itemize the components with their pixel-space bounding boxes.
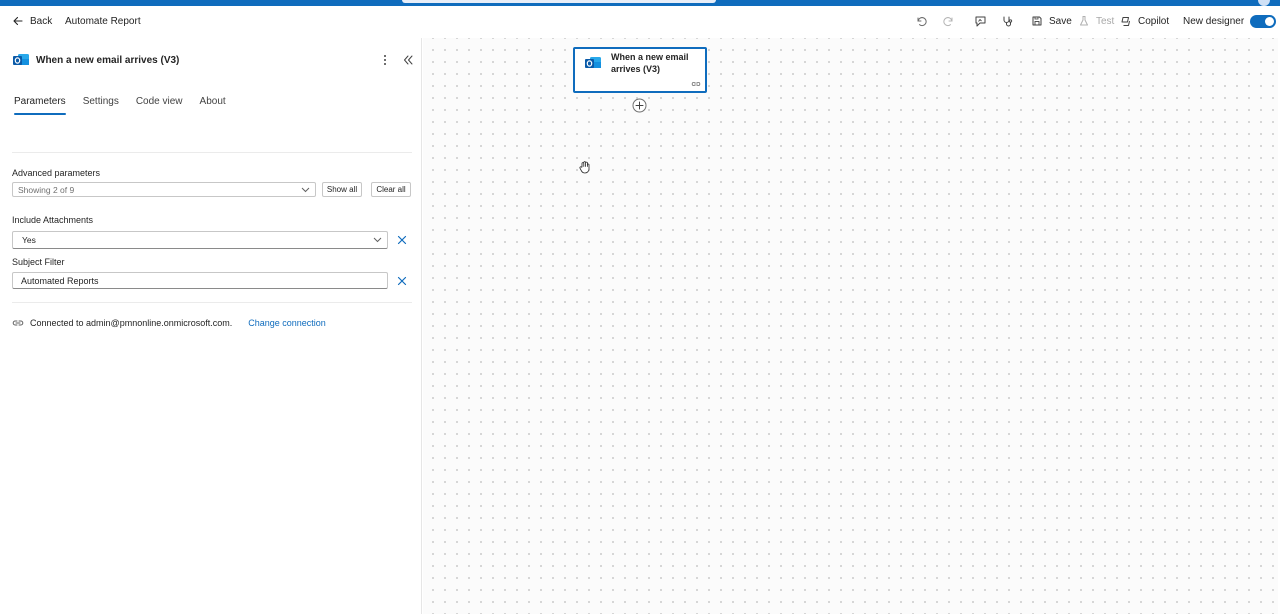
outlook-icon — [585, 57, 601, 68]
comment-icon — [975, 16, 986, 26]
top-search-pill — [402, 0, 716, 3]
copilot-icon — [1121, 16, 1130, 26]
link-icon — [12, 320, 24, 326]
test-label: Test — [1096, 15, 1115, 27]
new-designer-label: New designer — [1183, 15, 1245, 27]
back-label: Back — [30, 15, 53, 27]
properties-panel: When a new email arrives (V3) Parameters… — [2, 38, 422, 614]
flow-name-label: Automate Report — [65, 15, 141, 27]
trigger-node[interactable]: When a new email arrives (V3) — [573, 47, 707, 93]
command-bar: Back Automate Report Save Test Copilot N… — [0, 6, 1280, 36]
more-vertical-icon — [384, 55, 386, 65]
undo-button[interactable] — [915, 6, 927, 36]
connection-text: Connected to admin@pmnonline.onmicrosoft… — [30, 318, 233, 328]
redo-button[interactable] — [943, 6, 955, 36]
connection-row: Connected to admin@pmnonline.onmicrosoft… — [12, 318, 326, 328]
flask-icon — [1080, 16, 1088, 26]
subject-filter-value: Automated Reports — [21, 275, 99, 286]
tab-parameters[interactable]: Parameters — [14, 96, 66, 120]
advanced-parameters-dropdown[interactable]: Showing 2 of 9 — [12, 182, 316, 197]
change-connection-link[interactable]: Change connection — [248, 318, 326, 328]
toggle-switch[interactable] — [1250, 14, 1277, 28]
link-icon — [691, 82, 701, 86]
chevron-down-icon — [301, 187, 310, 193]
save-label: Save — [1049, 15, 1072, 27]
stethoscope-icon — [1003, 16, 1013, 26]
advanced-parameters-label: Advanced parameters — [12, 168, 101, 178]
connection-divider — [12, 302, 412, 303]
include-attachments-value: Yes — [22, 235, 36, 245]
save-button[interactable]: Save — [1031, 6, 1072, 36]
outlook-icon — [12, 52, 30, 68]
new-designer-toggle[interactable]: New designer — [1183, 6, 1277, 36]
flow-name: Automate Report — [65, 6, 141, 36]
double-chevron-left-icon — [404, 55, 413, 65]
flow-checker-button[interactable] — [1001, 6, 1014, 36]
remove-subject-filter-icon[interactable] — [396, 275, 408, 287]
back-button[interactable]: Back — [12, 6, 52, 36]
test-button[interactable]: Test — [1078, 6, 1114, 36]
undo-icon — [917, 17, 927, 27]
collapse-panel-button[interactable] — [400, 52, 416, 68]
redo-icon — [943, 17, 953, 27]
tab-about[interactable]: About — [200, 96, 226, 120]
tab-code-view[interactable]: Code view — [136, 96, 183, 120]
copilot-button[interactable]: Copilot — [1119, 6, 1169, 36]
tab-settings[interactable]: Settings — [83, 96, 119, 120]
section-divider — [12, 152, 412, 153]
remove-include-attachments-icon[interactable] — [396, 234, 408, 246]
comments-button[interactable] — [974, 6, 987, 36]
chevron-down-icon — [373, 237, 382, 243]
hand-cursor-icon — [579, 161, 590, 174]
save-icon — [1032, 16, 1042, 26]
add-step-icon[interactable] — [632, 98, 647, 113]
copilot-label: Copilot — [1138, 15, 1170, 27]
include-attachments-dropdown[interactable]: Yes — [12, 231, 388, 249]
designer-canvas[interactable]: When a new email arrives (V3) — [423, 38, 1278, 614]
advanced-parameters-value: Showing 2 of 9 — [18, 184, 75, 195]
panel-title: When a new email arrives (V3) — [36, 54, 180, 66]
clear-all-button[interactable]: Clear all — [371, 182, 411, 197]
arrow-left-icon — [13, 16, 23, 26]
more-options-button[interactable] — [377, 52, 393, 68]
trigger-node-title: When a new email arrives (V3) — [611, 52, 689, 74]
panel-header: When a new email arrives (V3) — [12, 50, 416, 70]
include-attachments-label: Include Attachments — [12, 215, 94, 225]
subject-filter-label: Subject Filter — [12, 257, 65, 267]
show-all-button[interactable]: Show all — [322, 182, 362, 197]
subject-filter-input[interactable]: Automated Reports — [12, 272, 388, 289]
panel-tabs: Parameters Settings Code view About — [14, 96, 243, 120]
